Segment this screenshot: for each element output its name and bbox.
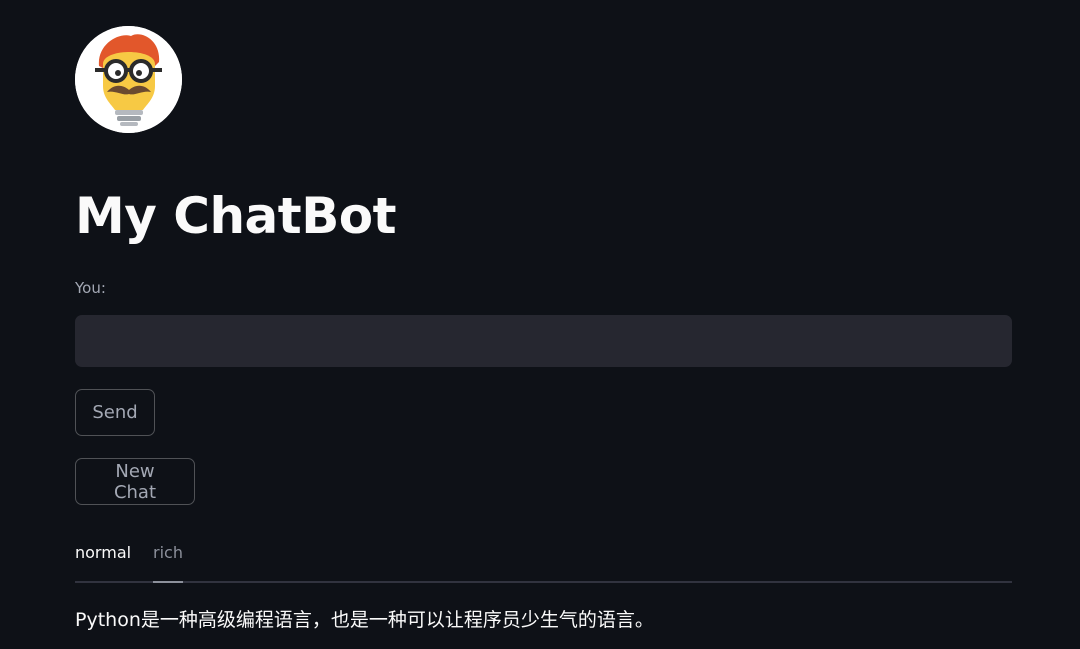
tab-rich[interactable]: rich bbox=[153, 530, 183, 583]
response-mode-tabs: normal rich bbox=[75, 530, 1012, 583]
chat-app: My ChatBot You: Send New Chat normal ric… bbox=[0, 0, 1080, 649]
tab-normal[interactable]: normal bbox=[75, 530, 131, 581]
you-input-label: You: bbox=[75, 279, 106, 297]
page-title: My ChatBot bbox=[75, 187, 397, 245]
you-text-input[interactable] bbox=[75, 315, 1012, 367]
avatar bbox=[75, 26, 182, 133]
bot-response-text: Python是一种高级编程语言，也是一种可以让程序员少生气的语言。 bbox=[75, 609, 654, 631]
nerd-lightbulb-mascot-icon bbox=[75, 26, 182, 133]
send-button[interactable]: Send bbox=[75, 389, 155, 436]
new-chat-button[interactable]: New Chat bbox=[75, 458, 195, 505]
